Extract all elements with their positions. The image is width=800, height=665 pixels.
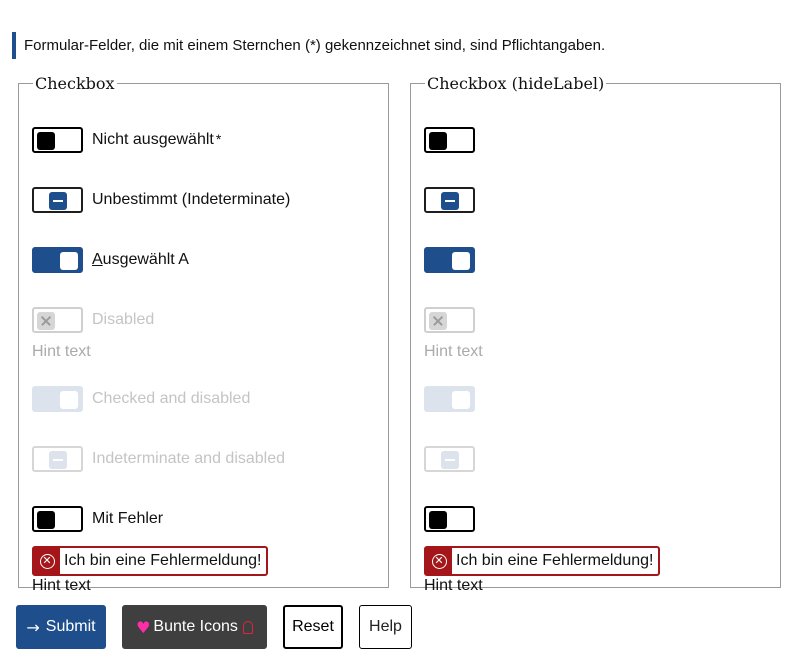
fieldset-legend: Checkbox (hideLabel) [427, 74, 605, 93]
toggle-switch [424, 307, 475, 333]
error-message: ✕ Ich bin eine Fehlermeldung! [424, 546, 661, 576]
toggle-switch [32, 386, 83, 412]
toggle-switch [32, 446, 83, 472]
required-asterisk: * [215, 131, 222, 147]
checkbox-label: Disabled [92, 311, 155, 328]
checkbox-indeterminate-disabled: Indeterminate and disabled [32, 446, 285, 472]
hint-text: Hint text [424, 343, 483, 360]
error-circle-icon: ✕ [34, 548, 60, 574]
toggle-switch[interactable] [424, 506, 475, 532]
ghost-icon [242, 620, 253, 634]
toggle-switch[interactable] [32, 127, 83, 153]
checkbox-checked-disabled: Checked and disabled [32, 386, 250, 412]
checkbox-label: Unbestimmt (Indeterminate) [92, 191, 291, 208]
hint-text: Hint text [424, 577, 483, 594]
heart-icon: ♥ [136, 617, 151, 637]
error-circle-icon: ✕ [426, 548, 452, 574]
arrow-right-icon: → [26, 617, 40, 637]
hint-text: Hint text [32, 343, 91, 360]
checkbox-error[interactable]: Mit Fehler [32, 506, 163, 532]
toggle-switch[interactable] [424, 187, 475, 213]
checkbox-checked[interactable] [424, 247, 475, 273]
toggle-switch[interactable] [424, 127, 475, 153]
checkbox-label: Ausgewählt A [92, 251, 189, 268]
checkbox-unchecked[interactable] [424, 127, 475, 153]
toggle-switch [424, 446, 475, 472]
toggle-switch[interactable] [32, 187, 83, 213]
bunte-icons-button[interactable]: ♥ Bunte Icons [122, 605, 267, 649]
checkbox-label: Nicht ausgewählt * [92, 131, 222, 148]
checkbox-indeterminate[interactable]: Unbestimmt (Indeterminate) [32, 187, 290, 213]
reset-button[interactable]: Reset [283, 605, 343, 649]
toggle-switch [424, 386, 475, 412]
checkbox-indeterminate-disabled [424, 446, 475, 472]
help-button[interactable]: Help [359, 605, 412, 649]
hint-text: Hint text [32, 577, 91, 594]
toggle-switch[interactable] [32, 506, 83, 532]
error-message: ✕ Ich bin eine Fehlermeldung! [32, 546, 269, 576]
checkbox-unchecked[interactable]: Nicht ausgewählt * [32, 127, 221, 153]
checkbox-checked[interactable]: Ausgewählt A [32, 247, 189, 273]
submit-button[interactable]: → Submit [16, 605, 106, 649]
checkbox-label: Mit Fehler [92, 510, 164, 527]
checkbox-label: Indeterminate and disabled [92, 450, 286, 467]
checkbox-indeterminate[interactable] [424, 187, 475, 213]
checkbox-error[interactable] [424, 506, 475, 532]
checkbox-disabled [424, 307, 475, 333]
accesskey-letter: A [92, 251, 103, 268]
fieldset-legend: Checkbox [35, 74, 115, 93]
required-fields-note: Formular-Felder, die mit einem Sternchen… [12, 32, 712, 59]
checkbox-checked-disabled [424, 386, 475, 412]
toggle-switch [32, 307, 83, 333]
checkbox-fieldset: Checkbox Nicht ausgewählt * Unbestimmt (I… [18, 74, 389, 594]
checkbox-hidelabel-fieldset: Checkbox (hideLabel) Hint text ✕ Ich bin… [410, 74, 781, 594]
toggle-switch[interactable] [32, 247, 83, 273]
toggle-switch[interactable] [424, 247, 475, 273]
checkbox-label: Checked and disabled [92, 390, 251, 407]
checkbox-disabled: Disabled [32, 307, 154, 333]
